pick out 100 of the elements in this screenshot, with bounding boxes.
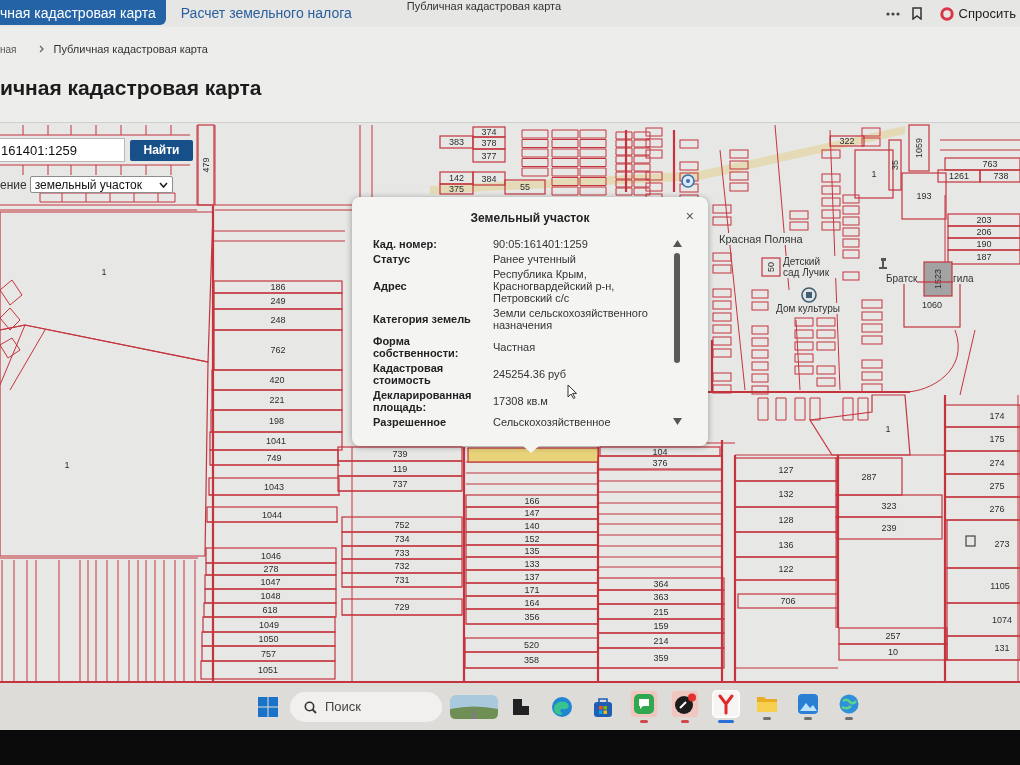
parcel-number: 1051 [258,665,278,675]
parcel-number: 364 [653,579,669,589]
find-button[interactable]: Найти [130,139,193,161]
parcel-number: 731 [394,575,410,585]
building-outline [816,377,836,387]
more-icon[interactable] [885,11,900,16]
parcel-number: 215 [653,606,669,617]
building-outline [842,238,860,248]
gauge-icon[interactable] [670,690,699,718]
parcel-number: 287 [861,471,877,482]
search-icon [304,700,317,714]
map-marker-icon [801,287,817,303]
building-outline [861,335,883,345]
monument-icon [879,258,887,269]
building-outline [794,329,814,339]
building-outline [816,329,836,339]
field-label: Форма собственности: [373,334,460,359]
building-outline [712,384,732,394]
parcel-number: 1046 [261,550,281,561]
parcel-number: 132 [778,489,794,499]
popup-title: Земельный участок [470,210,590,225]
start-icon[interactable] [258,696,278,717]
parcel-number: 193 [916,191,932,201]
parcel-number: 276 [989,503,1005,514]
map-marker-icon [681,174,695,188]
close-button[interactable]: × [683,209,696,223]
building-outline [712,252,732,262]
parcel-number: 520 [524,640,539,650]
site-tab[interactable]: Расчет земельного налога [180,0,362,25]
parcel-number: 363 [653,592,669,602]
field-label: Кадастровая стоимость [373,361,445,386]
building-outline [729,149,749,159]
building-outline [794,341,814,351]
building-outline [861,127,881,137]
building-outline [816,365,836,375]
building-outline [816,341,836,351]
y-shape-icon[interactable] [711,690,740,718]
field-value: Ранее учтенный [493,253,577,266]
breadcrumb-link[interactable]: Публичная кадастровая карта [53,43,208,55]
building-outline [789,221,809,231]
parcel-number: 749 [266,452,282,463]
building-outline [861,137,881,147]
parcel-number: 166 [524,496,540,506]
parcel-number: 249 [270,296,286,306]
parcel-number: 127 [778,464,794,475]
parcel-number: 175 [989,434,1005,444]
site-tab[interactable]: чная кадастровая карта [0,0,166,25]
parcel-number: 1 [885,424,891,434]
building-outline [842,194,860,204]
swirl-icon[interactable] [550,695,573,718]
building-outline [712,204,732,214]
building-outline [712,372,732,382]
shopping-bag-icon[interactable] [591,695,614,718]
parcel-number: 174 [989,411,1005,421]
parcel-number: 1059 [914,138,924,158]
building-outline [794,365,814,375]
search-field[interactable]: Поиск [290,691,442,722]
chat-bubble-icon[interactable] [629,690,658,718]
parcel-number: 248 [270,314,286,325]
parcel-number: 375 [449,184,464,194]
parcel-number: 1050 [258,634,279,644]
parcel-number: 239 [881,523,897,533]
image-icon[interactable] [796,693,819,715]
search-field[interactable]: 161401:1259 [0,138,125,162]
scrollbar-thumb[interactable] [674,253,680,363]
building-outline [645,138,663,148]
parcel-number: 164 [524,597,540,608]
ask-button[interactable]: Спросить [933,6,1020,21]
field-value: Сельскохозяйственное [493,415,612,428]
building-outline [712,336,732,346]
bookmark-icon[interactable] [911,7,922,20]
globe-icon[interactable] [837,693,860,715]
field-label: Адрес [373,280,408,293]
building-outline [751,325,769,335]
parcel-number: 762 [270,345,286,355]
landscape-thumbnail-icon[interactable] [450,694,498,719]
place-label: Красная Поляна [719,233,803,246]
building-outline [712,324,732,334]
parcel-number: 358 [524,655,539,665]
square-marker-icon [965,535,976,547]
parcel-number: 186 [270,282,286,292]
parcel-number: 359 [653,653,669,663]
parcel-number: 221 [269,395,285,405]
scroll-up-icon[interactable] [672,240,682,247]
parcel-number: 104 [652,446,668,457]
parcel-number: 35 [890,160,900,170]
building-outline [712,300,732,310]
building-outline [794,317,814,327]
layer-select[interactable]: земельный участок [29,176,173,193]
building-outline [821,221,841,231]
scroll-down-icon[interactable] [672,418,682,425]
parcel-number: 1049 [259,619,279,630]
breadcrumb-link[interactable]: ная [0,43,17,55]
field-value: Земли сельскохозяйственного назначения [493,307,649,332]
building-outline [821,197,841,207]
parcel-number: 752 [394,519,410,530]
parcel-number: 152 [524,533,540,544]
parcel-number: 383 [449,137,464,147]
parcel-number: 739 [392,449,408,459]
parcel-number: 1261 [949,171,969,181]
